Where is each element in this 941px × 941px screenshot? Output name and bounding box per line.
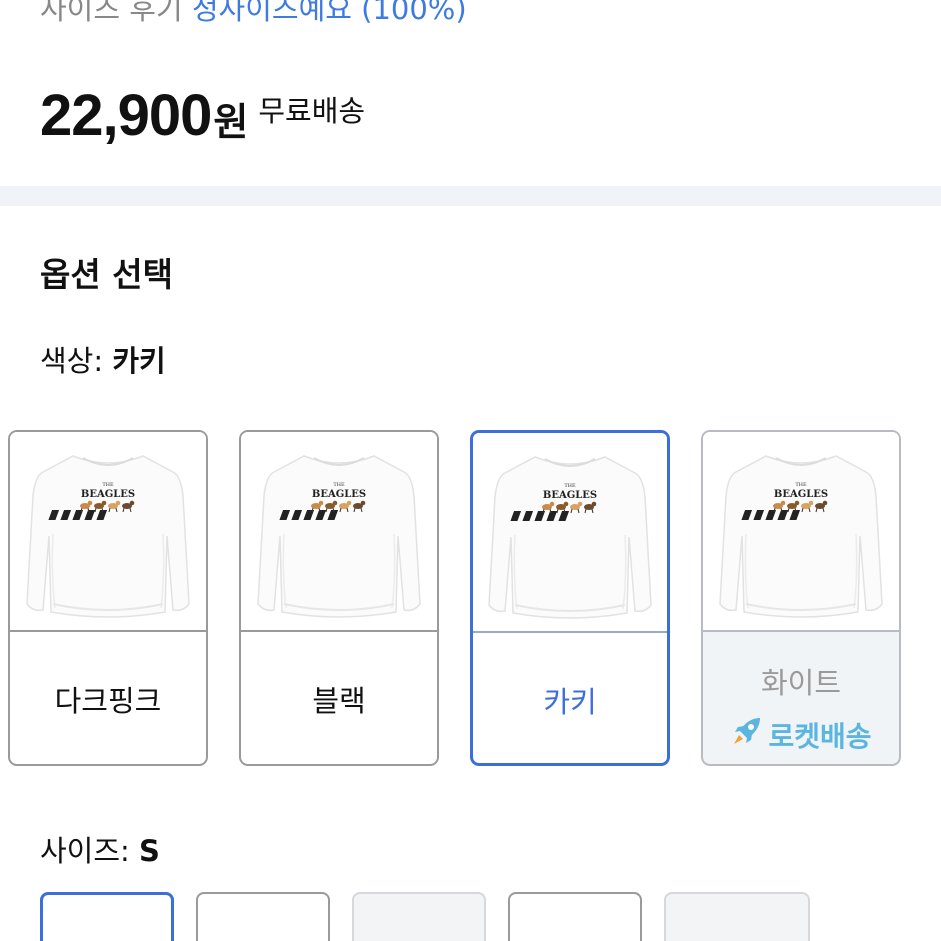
color-option-name: 다크핑크 <box>54 684 162 718</box>
size-review-fit[interactable]: 정사이즈예요 (100%) <box>192 0 467 26</box>
color-option-black[interactable]: THE BEAGLES 블랙 <box>239 430 439 766</box>
svg-text:THE: THE <box>102 482 114 488</box>
rocket-delivery-text: 로켓배송 <box>768 719 872 753</box>
color-option-name: 화이트 <box>760 666 842 700</box>
sweatshirt-image: THEBEAGLES <box>488 456 652 619</box>
svg-text:THE: THE <box>564 483 576 489</box>
product-thumbnail: THE BEAGLES <box>241 432 437 632</box>
rocket-icon <box>730 714 764 755</box>
color-selected-value: 카키 <box>112 344 166 378</box>
size-option[interactable] <box>508 892 642 941</box>
shipping-info: 무료배송 <box>258 94 366 128</box>
svg-text:BEAGLES: BEAGLES <box>312 489 366 500</box>
color-option-name: 블랙 <box>312 684 366 718</box>
rocket-delivery-badge: 로켓배송 <box>730 714 872 755</box>
color-option-label: 색상: 카키 <box>40 338 166 380</box>
product-thumbnail: THE BEAGLES <box>703 432 899 632</box>
size-selected-value: S <box>139 834 160 868</box>
section-divider <box>0 186 941 206</box>
svg-text:THE: THE <box>795 482 807 488</box>
color-option-khaki[interactable]: THE BEAGLES 카키 <box>470 430 670 766</box>
color-label-text: 색상: <box>40 344 104 378</box>
price-currency: 원 <box>213 100 249 144</box>
size-review-line: 사이즈 후기 정사이즈예요 (100%) <box>40 0 467 28</box>
svg-text:BEAGLES: BEAGLES <box>543 490 597 501</box>
color-option-white[interactable]: THE BEAGLES 화이트 로켓배송 <box>701 430 901 766</box>
svg-text:BEAGLES: BEAGLES <box>81 489 135 500</box>
price-amount: 22,900 <box>40 83 212 148</box>
sweatshirt-image: THEBEAGLES <box>26 455 190 618</box>
product-thumbnail: THE BEAGLES <box>10 432 206 632</box>
rocket-option-info: 화이트 로켓배송 <box>703 660 899 755</box>
product-thumbnail: THE BEAGLES <box>473 433 667 633</box>
svg-text:BEAGLES: BEAGLES <box>774 489 828 500</box>
price-row: 22,900 원 무료배송 <box>40 82 365 149</box>
color-option-name: 카키 <box>543 685 597 719</box>
color-option-dark-pink[interactable]: THE BEAGLES 다크핑크 <box>8 430 208 766</box>
size-option <box>352 892 486 941</box>
sweatshirt-image: THEBEAGLES <box>719 455 883 618</box>
size-label-text: 사이즈: <box>40 834 130 868</box>
sweatshirt-image: THEBEAGLES <box>257 455 421 618</box>
size-option-label: 사이즈: S <box>40 828 160 870</box>
size-option[interactable] <box>40 892 174 941</box>
size-option <box>664 892 810 941</box>
svg-text:THE: THE <box>333 482 345 488</box>
option-select-title: 옵션 선택 <box>40 255 173 294</box>
size-option[interactable] <box>196 892 330 941</box>
size-review-label: 사이즈 후기 <box>40 0 183 26</box>
